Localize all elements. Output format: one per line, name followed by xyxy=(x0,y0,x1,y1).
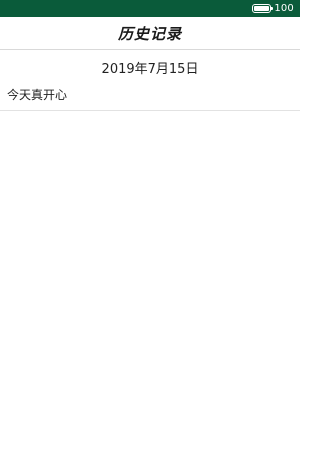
title-bar: 历史记录 xyxy=(0,17,300,50)
page-title: 历史记录 xyxy=(117,24,182,43)
record-date: 2019年7月15日 xyxy=(101,62,199,77)
battery-level-text: 100 xyxy=(274,3,294,14)
battery-cap xyxy=(271,7,274,10)
record-text: 今天真开心 xyxy=(7,88,68,102)
battery-indicator: 100 xyxy=(252,2,294,15)
status-bar: 100 xyxy=(0,0,300,17)
history-record-item[interactable]: 2019年7月15日 今天真开心 xyxy=(0,50,300,111)
battery-icon xyxy=(252,4,274,13)
battery-fill xyxy=(254,6,270,11)
